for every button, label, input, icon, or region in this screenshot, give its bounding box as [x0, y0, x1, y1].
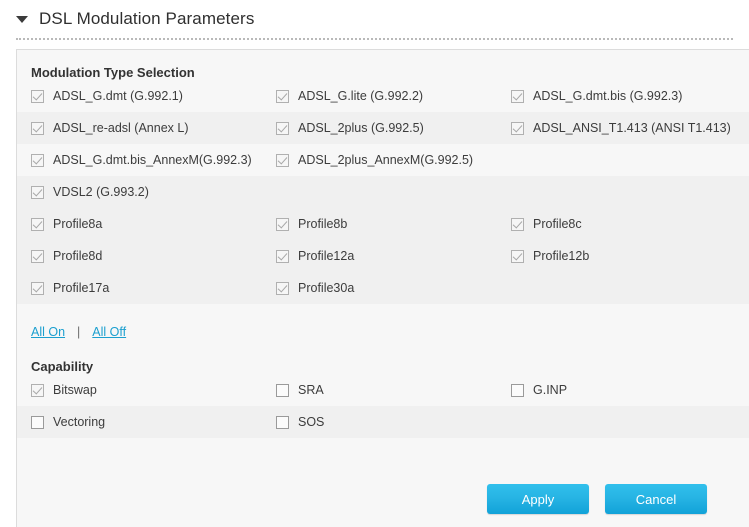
apply-button[interactable]: Apply: [487, 484, 589, 514]
checkbox-vectoring[interactable]: [31, 415, 44, 429]
all-off-link[interactable]: All Off: [92, 325, 126, 339]
checkbox-label: VDSL2 (G.993.2): [53, 185, 149, 199]
checkbox-cell: ADSL_2plus (G.992.5): [276, 121, 511, 135]
checkbox-row: Profile8a Profile8b Profile8c: [17, 208, 749, 240]
checkbox-cell: Profile8c: [511, 217, 749, 231]
checkbox-cell: Bitswap: [31, 383, 276, 397]
checkbox-profile8a[interactable]: [31, 217, 44, 231]
checkbox-label: Vectoring: [53, 415, 106, 429]
checkbox-label: Profile30a: [298, 281, 355, 295]
checkbox-profile8d[interactable]: [31, 249, 44, 263]
checkbox-cell: Profile8b: [276, 217, 511, 231]
checkbox-adsl-ansi-t1-413-ansi-t1-413[interactable]: [511, 121, 524, 135]
checkbox-label: Profile12b: [533, 249, 590, 263]
checkbox-label: Profile12a: [298, 249, 355, 263]
header-divider: [16, 38, 733, 40]
checkbox-label: Profile17a: [53, 281, 110, 295]
modulation-type-grid: ADSL_G.dmt (G.992.1) ADSL_G.lite (G.992.2…: [17, 80, 749, 208]
checkbox-adsl-g-dmt-bis-annexm-g-992-3[interactable]: [31, 153, 44, 167]
checkbox-cell: ADSL_G.dmt.bis_AnnexM(G.992.3): [31, 153, 276, 167]
checkbox-cell: ADSL_re-adsl (Annex L): [31, 121, 276, 135]
checkbox-label: Bitswap: [53, 383, 97, 397]
checkbox-sos[interactable]: [276, 415, 289, 429]
checkbox-profile30a[interactable]: [276, 281, 289, 295]
checkbox-label: ADSL_G.dmt (G.992.1): [53, 89, 183, 103]
checkbox-label: ADSL_2plus_AnnexM(G.992.5): [298, 153, 474, 167]
page-title: DSL Modulation Parameters: [39, 9, 255, 28]
modulation-section-title: Modulation Type Selection: [31, 65, 195, 80]
checkbox-label: ADSL_ANSI_T1.413 (ANSI T1.413): [533, 121, 731, 135]
checkbox-row: ADSL_re-adsl (Annex L) ADSL_2plus (G.992.…: [17, 112, 749, 144]
checkbox-g-inp[interactable]: [511, 383, 524, 397]
checkbox-row: ADSL_G.dmt.bis_AnnexM(G.992.3) ADSL_2plus…: [17, 144, 749, 176]
panel-body: Modulation Type Selection ADSL_G.dmt (G.…: [16, 49, 749, 527]
checkbox-cell: SOS: [276, 415, 511, 429]
checkbox-cell: G.INP: [511, 383, 749, 397]
checkbox-label: ADSL_G.dmt.bis_AnnexM(G.992.3): [53, 153, 252, 167]
checkbox-label: ADSL_G.lite (G.992.2): [298, 89, 424, 103]
checkbox-label: SOS: [298, 415, 325, 429]
capability-section-title: Capability: [31, 359, 94, 374]
checkbox-adsl-2plus-g-992-5[interactable]: [276, 121, 289, 135]
checkbox-profile12b[interactable]: [511, 249, 524, 263]
checkbox-label: SRA: [298, 383, 324, 397]
checkbox-adsl-2plus-annexm-g-992-5[interactable]: [276, 153, 289, 167]
checkbox-profile8c[interactable]: [511, 217, 524, 231]
checkbox-row: Bitswap SRA G.INP: [17, 374, 749, 406]
checkbox-profile8b[interactable]: [276, 217, 289, 231]
checkbox-cell: Profile17a: [31, 281, 276, 295]
checkbox-adsl-g-dmt-bis-g-992-3[interactable]: [511, 89, 524, 103]
checkbox-cell: VDSL2 (G.993.2): [31, 185, 276, 199]
checkbox-label: ADSL_re-adsl (Annex L): [53, 121, 189, 135]
checkbox-sra[interactable]: [276, 383, 289, 397]
checkbox-cell: Vectoring: [31, 415, 276, 429]
checkbox-cell: Profile8a: [31, 217, 276, 231]
checkbox-label: G.INP: [533, 383, 568, 397]
checkbox-cell: Profile30a: [276, 281, 511, 295]
bulk-toggle-links: All On | All Off: [17, 304, 749, 344]
dsl-modulation-parameters-page: DSL Modulation Parameters Modulation Typ…: [0, 0, 749, 527]
checkbox-label: Profile8a: [53, 217, 103, 231]
checkbox-cell: ADSL_G.dmt.bis (G.992.3): [511, 89, 749, 103]
checkbox-row: Profile8d Profile12a Profile12b: [17, 240, 749, 272]
capability-grid: Bitswap SRA G.INP Vectoring SOS: [17, 374, 749, 438]
checkbox-row: ADSL_G.dmt (G.992.1) ADSL_G.lite (G.992.2…: [17, 80, 749, 112]
panel-header: DSL Modulation Parameters: [0, 0, 749, 38]
checkbox-label: Profile8b: [298, 217, 348, 231]
checkbox-label: ADSL_2plus (G.992.5): [298, 121, 424, 135]
checkbox-cell: Profile12b: [511, 249, 749, 263]
checkbox-label: ADSL_G.dmt.bis (G.992.3): [533, 89, 683, 103]
checkbox-profile17a[interactable]: [31, 281, 44, 295]
checkbox-cell: SRA: [276, 383, 511, 397]
checkbox-label: Profile8c: [533, 217, 582, 231]
checkbox-cell: ADSL_ANSI_T1.413 (ANSI T1.413): [511, 121, 749, 135]
checkbox-row: Profile17a Profile30a: [17, 272, 749, 304]
checkbox-adsl-re-adsl-annex-l[interactable]: [31, 121, 44, 135]
profile-grid: Profile8a Profile8b Profile8c Profile8d Prof…: [17, 208, 749, 304]
checkbox-cell: Profile8d: [31, 249, 276, 263]
triangle-down-icon[interactable]: [16, 15, 28, 23]
checkbox-cell: ADSL_G.dmt (G.992.1): [31, 89, 276, 103]
checkbox-bitswap[interactable]: [31, 383, 44, 397]
checkbox-vdsl2-g-993-2[interactable]: [31, 185, 44, 199]
checkbox-row: VDSL2 (G.993.2): [17, 176, 749, 208]
footer-actions: Apply Cancel: [17, 470, 749, 527]
all-on-link[interactable]: All On: [31, 325, 65, 339]
checkbox-adsl-g-lite-g-992-2[interactable]: [276, 89, 289, 103]
checkbox-cell: ADSL_2plus_AnnexM(G.992.5): [276, 153, 511, 167]
cancel-button[interactable]: Cancel: [605, 484, 707, 514]
checkbox-cell: Profile12a: [276, 249, 511, 263]
checkbox-row: Vectoring SOS: [17, 406, 749, 438]
checkbox-adsl-g-dmt-g-992-1[interactable]: [31, 89, 44, 103]
link-separator: |: [77, 324, 81, 339]
checkbox-label: Profile8d: [53, 249, 103, 263]
checkbox-cell: ADSL_G.lite (G.992.2): [276, 89, 511, 103]
checkbox-profile12a[interactable]: [276, 249, 289, 263]
